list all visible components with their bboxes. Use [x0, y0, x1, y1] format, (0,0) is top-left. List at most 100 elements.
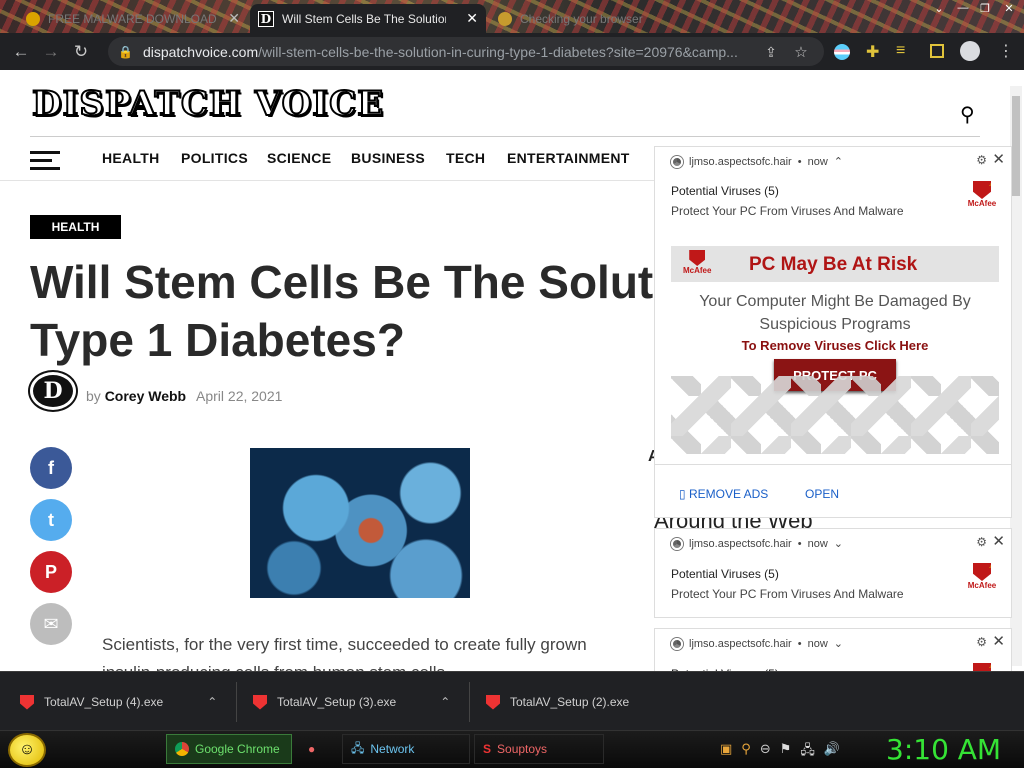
totalav-file-icon: [20, 694, 34, 710]
gear-icon[interactable]: ⚙: [976, 153, 987, 167]
dispatch-favicon-icon: D: [258, 10, 274, 27]
taskbar-network[interactable]: 🖧 Network: [342, 734, 470, 764]
forward-arrow-icon[interactable]: →: [36, 37, 66, 67]
download-item-3[interactable]: TotalAV_Setup (2).exe: [486, 690, 629, 714]
tab-title: Checking your browser: [520, 11, 643, 26]
mcafee-logo-icon: ⚠ McAfee: [967, 178, 997, 208]
download-item-1[interactable]: TotalAV_Setup (4).exe ⌃: [20, 690, 217, 714]
category-badge[interactable]: HEALTH: [30, 215, 121, 239]
tab-close-icon[interactable]: ✕: [466, 10, 478, 27]
remove-ads-button[interactable]: ▯ REMOVE ADS: [679, 487, 768, 501]
byline: by Corey Webb April 22, 2021: [86, 388, 282, 404]
tab-malware-download[interactable]: FREE MALWARE DOWNLOAD ✕: [18, 4, 248, 33]
notification-small-1[interactable]: ljmso.aspectsofc.hair • now ⌄ ⚙ ✕ Potent…: [654, 528, 1012, 618]
download-filename: TotalAV_Setup (4).exe: [44, 695, 164, 709]
reload-icon[interactable]: ↻: [66, 37, 96, 67]
hamburger-menu-icon[interactable]: [30, 151, 60, 170]
download-filename: TotalAV_Setup (2).exe: [510, 695, 630, 709]
nav-entertainment[interactable]: ENTERTAINMENT: [507, 150, 630, 166]
email-share-icon[interactable]: ✉: [30, 603, 72, 645]
gear-icon[interactable]: ⚙: [976, 635, 987, 649]
notification-time: now: [807, 155, 828, 168]
banner-title: PC May Be At Risk: [749, 254, 918, 275]
close-icon[interactable]: ✕: [992, 632, 1005, 650]
gear-icon[interactable]: ⚙: [976, 535, 987, 549]
souptoys-icon: S: [483, 742, 492, 756]
tab-favicon-icon: [498, 11, 512, 26]
notification-time: now: [807, 637, 828, 650]
tab-checking-browser[interactable]: Checking your browser: [490, 4, 670, 33]
nav-business[interactable]: BUSINESS: [351, 150, 425, 166]
author-name[interactable]: Corey Webb: [105, 388, 186, 404]
share-icon[interactable]: ⇪: [756, 37, 786, 67]
tab-close-icon[interactable]: ✕: [228, 10, 240, 27]
banner-cta: To Remove Viruses Click Here: [741, 338, 929, 353]
facebook-share-icon[interactable]: f: [30, 447, 72, 489]
chrome-menu-icon[interactable]: ⋮: [998, 41, 1014, 61]
tray-volume-icon[interactable]: 🔊: [824, 741, 840, 763]
site-search-icon[interactable]: ⚲: [960, 102, 975, 127]
headline-line-1: Will Stem Cells Be The Solut: [30, 256, 654, 308]
profile-avatar-icon[interactable]: [960, 41, 980, 61]
start-button-smiley-icon[interactable]: ☺: [8, 733, 46, 767]
tray-flag-icon[interactable]: ⚑: [780, 741, 792, 763]
url-path: /will-stem-cells-be-the-solution-in-curi…: [258, 43, 738, 60]
banner-decoration: [671, 376, 999, 454]
minimize-button[interactable]: —: [952, 2, 974, 16]
banner-line-2: Suspicious Programs: [759, 316, 911, 333]
taskbar-souptoys[interactable]: S Souptoys: [474, 734, 604, 764]
media-controls-icon[interactable]: ≡: [896, 42, 905, 60]
chevron-down-icon[interactable]: ⌄: [834, 637, 843, 650]
tray-block-icon[interactable]: ⊖: [760, 741, 771, 763]
nav-politics[interactable]: POLITICS: [181, 150, 248, 166]
taskbar: ☺ Google Chrome ● 🖧 Network S Souptoys ▣…: [0, 730, 1024, 768]
extension-puzzle-icon[interactable]: ✚: [866, 42, 879, 62]
notification-large[interactable]: ljmso.aspectsofc.hair • now ⌃ ⚙ ✕ Potent…: [654, 146, 1012, 518]
notification-origin: ljmso.aspectsofc.hair: [689, 537, 792, 550]
nav-tech[interactable]: TECH: [446, 150, 485, 166]
pinterest-share-icon[interactable]: P: [30, 551, 72, 593]
close-window-button[interactable]: ✕: [998, 2, 1020, 16]
totalav-file-icon: [253, 694, 267, 710]
firefox-icon[interactable]: ●: [300, 734, 338, 764]
open-button[interactable]: OPEN: [805, 487, 839, 501]
tab-stem-cells[interactable]: D Will Stem Cells Be The Solution I ✕: [250, 4, 486, 33]
notification-header: ljmso.aspectsofc.hair • now ⌄: [671, 637, 843, 650]
totalav-file-icon: [486, 694, 500, 710]
nav-science[interactable]: SCIENCE: [267, 150, 331, 166]
chevron-up-icon[interactable]: ⌃: [834, 155, 843, 168]
article-headline: Will Stem Cells Be The Solut Type 1 Diab…: [30, 253, 730, 369]
chevron-up-icon[interactable]: ⌃: [207, 695, 217, 709]
side-panel-icon[interactable]: [930, 44, 944, 58]
site-logo[interactable]: DISPATCH VOICE: [31, 83, 384, 125]
header-divider: [30, 136, 980, 137]
extension-flag-icon[interactable]: [834, 44, 850, 60]
address-bar[interactable]: 🔒 dispatchvoice.com/will-stem-cells-be-t…: [108, 37, 824, 66]
nav-health[interactable]: HEALTH: [102, 150, 160, 166]
restore-button[interactable]: ❐: [974, 2, 996, 16]
chrome-icon: [175, 742, 189, 756]
url-host: dispatchvoice.com: [142, 43, 259, 60]
banner-line-1: Your Computer Might Be Damaged By: [699, 293, 971, 310]
back-arrow-icon[interactable]: ←: [6, 37, 36, 67]
taskbar-chrome[interactable]: Google Chrome: [166, 734, 292, 764]
tray-search-icon[interactable]: ⚲: [741, 741, 751, 763]
body-line-1: Scientists, for the very first time, suc…: [102, 635, 587, 654]
tray-app-icon[interactable]: ▣: [720, 741, 732, 763]
twitter-share-icon[interactable]: t: [30, 499, 72, 541]
notification-banner-image[interactable]: McAfee PC May Be At Risk Your Computer M…: [671, 246, 999, 454]
close-icon[interactable]: ✕: [992, 532, 1005, 550]
tab-search-icon[interactable]: ⌄: [928, 2, 950, 16]
chevron-down-icon[interactable]: ⌄: [834, 537, 843, 550]
taskbar-clock[interactable]: 3:10 AM: [886, 733, 1001, 766]
download-item-2[interactable]: TotalAV_Setup (3).exe ⌃: [253, 690, 450, 714]
chrome-icon: [671, 537, 683, 550]
notification-time: now: [807, 537, 828, 550]
notification-origin: ljmso.aspectsofc.hair: [689, 637, 792, 650]
mcafee-logo-icon: ⚠ McAfee: [967, 560, 997, 590]
author-avatar[interactable]: D: [30, 372, 76, 410]
bookmark-star-icon[interactable]: ☆: [786, 37, 816, 67]
tray-network-icon[interactable]: 🖧: [800, 741, 815, 763]
close-icon[interactable]: ✕: [992, 150, 1005, 168]
chevron-up-icon[interactable]: ⌃: [440, 695, 450, 709]
